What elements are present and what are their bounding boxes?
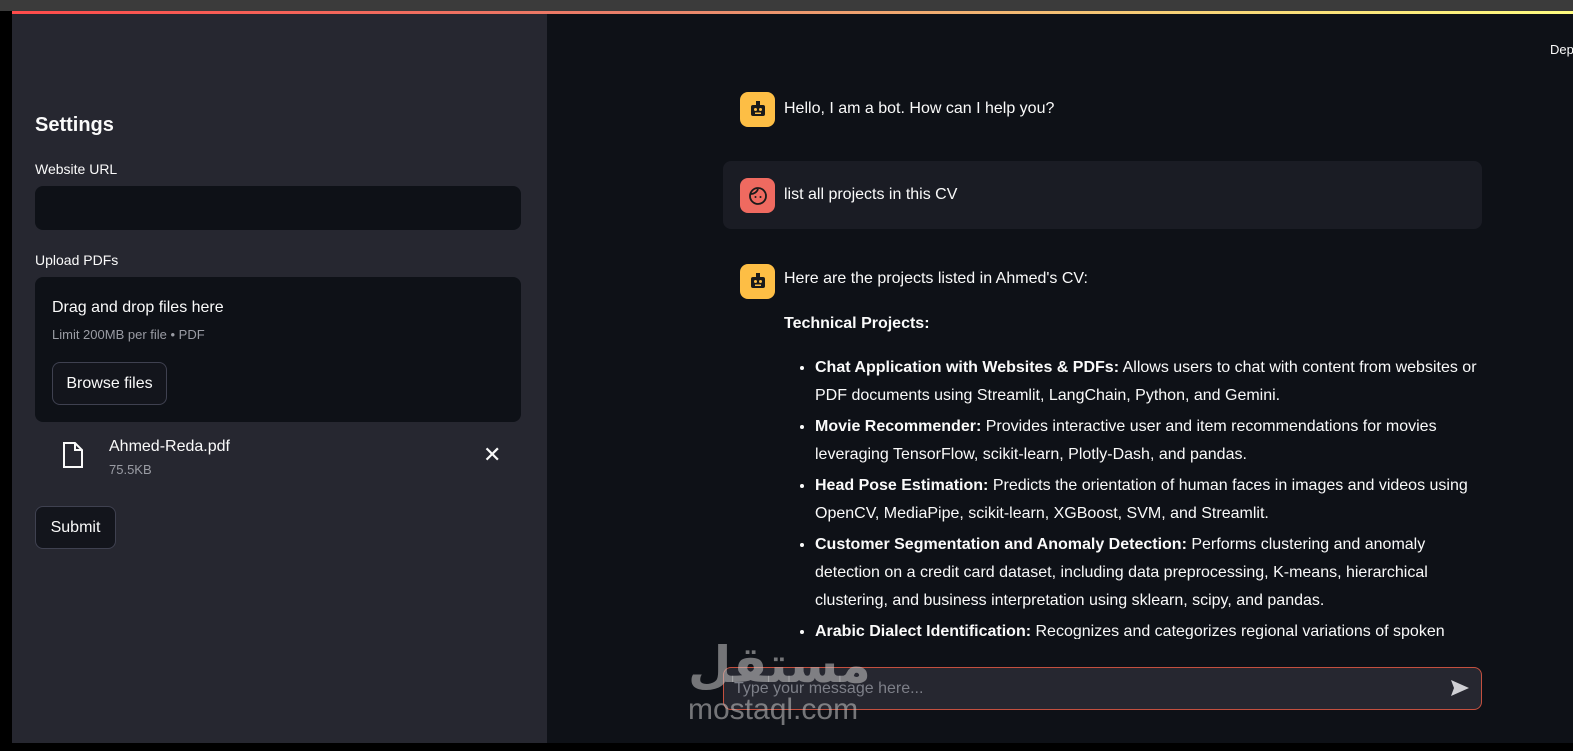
bot-avatar-icon bbox=[740, 92, 775, 127]
file-icon bbox=[63, 442, 83, 468]
list-item: Head Pose Estimation: Predicts the orien… bbox=[815, 472, 1485, 528]
website-url-label: Website URL bbox=[35, 161, 118, 177]
submit-button[interactable]: Submit bbox=[35, 506, 116, 549]
file-name: Ahmed-Reda.pdf bbox=[109, 438, 230, 455]
remove-file-icon[interactable]: ✕ bbox=[483, 442, 501, 468]
uploaded-file: Ahmed-Reda.pdf 75.5KB ✕ bbox=[35, 434, 521, 484]
list-item: Movie Recommender: Provides interactive … bbox=[815, 413, 1485, 469]
deploy-button[interactable]: Deploy bbox=[1550, 42, 1573, 57]
chat-input-box[interactable] bbox=[723, 667, 1482, 710]
user-avatar-icon bbox=[740, 178, 775, 213]
chat-input[interactable] bbox=[734, 668, 1434, 709]
browser-top bbox=[0, 0, 1573, 11]
browse-files-button[interactable]: Browse files bbox=[52, 362, 167, 405]
upload-pdfs-label: Upload PDFs bbox=[35, 252, 119, 268]
section-heading: Technical Projects: bbox=[784, 315, 930, 332]
list-item: Chat Application with Websites & PDFs: A… bbox=[815, 354, 1485, 410]
dropzone-hint: Limit 200MB per file • PDF bbox=[52, 327, 205, 342]
sidebar: Settings Website URL Upload PDFs Drag an… bbox=[12, 14, 547, 743]
file-dropzone[interactable]: Drag and drop files here Limit 200MB per… bbox=[35, 277, 521, 422]
website-url-input[interactable] bbox=[35, 186, 521, 230]
user-message: list all projects in this CV bbox=[784, 186, 958, 203]
bot-reply-intro: Here are the projects listed in Ahmed's … bbox=[784, 270, 1088, 287]
bot-message: Hello, I am a bot. How can I help you? bbox=[784, 100, 1055, 117]
settings-heading: Settings bbox=[35, 114, 114, 136]
list-item: Customer Segmentation and Anomaly Detect… bbox=[815, 531, 1485, 615]
chat-area: Deploy Hello, I am a bot. How can I help… bbox=[547, 14, 1573, 743]
bot-avatar-icon bbox=[740, 264, 775, 299]
send-icon[interactable] bbox=[1449, 677, 1471, 699]
project-list: Chat Application with Websites & PDFs: A… bbox=[815, 354, 1485, 649]
file-size: 75.5KB bbox=[109, 462, 152, 477]
dropzone-title: Drag and drop files here bbox=[52, 299, 224, 316]
